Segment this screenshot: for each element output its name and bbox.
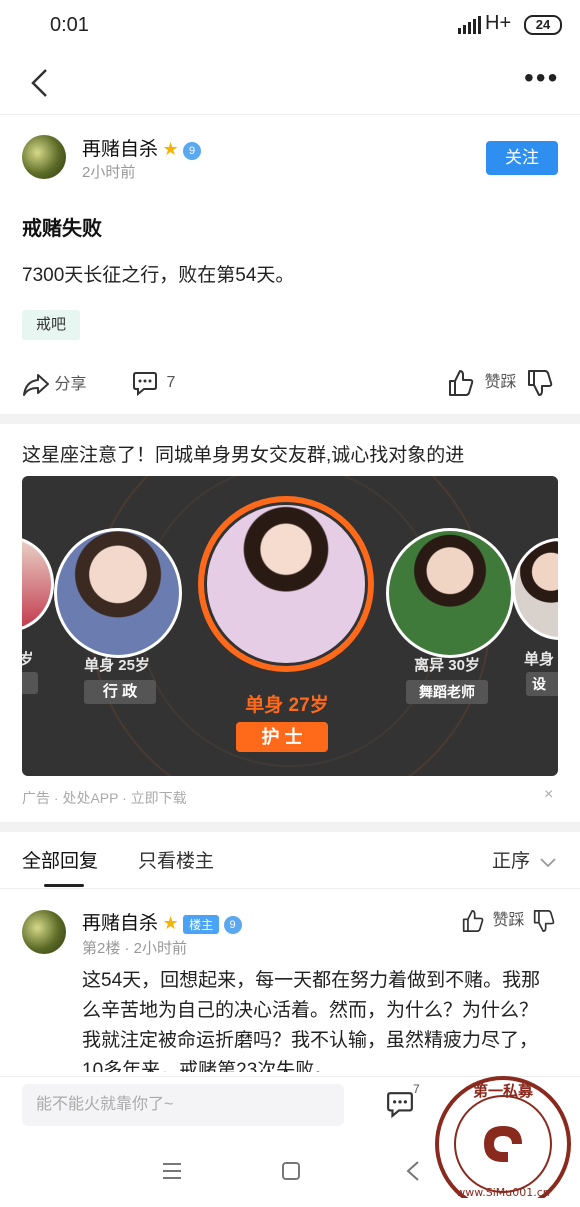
share-button[interactable]: 分享	[22, 370, 86, 398]
battery-icon: 24	[524, 15, 562, 35]
vip-level-icon: 9	[223, 915, 242, 934]
comment-count: 7	[166, 374, 176, 392]
comments-count: 7	[413, 1082, 420, 1096]
post-author-name[interactable]: 再赌自杀	[82, 139, 158, 160]
reply-text: 这54天，回想起来，每一天都在努力着做到不赌。我那么辛苦地为自己的决心活着。然而…	[82, 970, 541, 1072]
home-icon[interactable]	[282, 1162, 300, 1180]
svg-text:www.SiMu001.cn: www.SiMu001.cn	[456, 1186, 550, 1198]
active-tab-indicator	[44, 884, 84, 887]
ad-close-icon[interactable]: ×	[544, 786, 553, 804]
battery-level: 24	[535, 17, 551, 32]
thumbs-up-icon[interactable]	[462, 909, 484, 933]
status-time: 0:01	[50, 14, 89, 36]
tab-all-replies[interactable]: 全部回复	[22, 846, 98, 873]
comment-icon	[133, 372, 157, 397]
post-title: 戒赌失败	[22, 218, 102, 240]
forum-tag[interactable]: 戒吧	[22, 310, 80, 340]
sort-dropdown[interactable]: 正序	[492, 846, 557, 873]
ad-person-job: 护 士	[236, 722, 328, 752]
ad-person-job: 行 政	[84, 680, 156, 704]
comment-icon	[387, 1092, 413, 1119]
vote-label: 赞踩	[484, 374, 517, 391]
star-icon: ★	[162, 913, 179, 933]
ad-person-job: 设	[526, 672, 558, 696]
thumbs-up-icon[interactable]	[448, 369, 474, 397]
ad-person-status: 单身	[524, 651, 555, 668]
back-arrow-icon[interactable]	[28, 68, 52, 98]
avatar[interactable]	[22, 910, 66, 954]
status-bar: 0:01 H+ 24	[0, 0, 580, 52]
star-icon: ★	[162, 139, 179, 159]
section-divider	[0, 414, 580, 424]
reply-vote-group: 赞踩	[462, 906, 555, 933]
watermark-seal-graphic: 第一私募 www.SiMu001.cn	[435, 1076, 571, 1207]
chevron-down-icon	[540, 858, 557, 868]
ad-person-status: 单身 25岁	[84, 657, 150, 674]
vote-group: 赞踩	[448, 368, 553, 397]
follow-button[interactable]: 关注	[486, 141, 558, 175]
back-nav-icon[interactable]	[406, 1161, 420, 1181]
op-badge: 楼主	[183, 915, 220, 935]
vip-level-icon: 9	[183, 141, 202, 160]
svg-text:第一私募: 第一私募	[473, 1082, 534, 1100]
ad-person-job: 舞蹈老师	[406, 680, 488, 704]
nav-bar	[0, 52, 580, 115]
ad-person-job	[22, 672, 38, 694]
network-type: H+	[485, 12, 512, 34]
ad-person-status: 离异 30岁	[414, 657, 480, 674]
ad-person-status: 单身 27岁	[245, 695, 329, 716]
thumbs-down-icon[interactable]	[527, 369, 553, 397]
signal-icon	[458, 16, 481, 34]
avatar[interactable]	[22, 135, 66, 179]
section-divider	[0, 822, 580, 832]
sort-label: 正序	[492, 851, 531, 872]
comment-button[interactable]: 7	[132, 370, 176, 397]
reply-author-name[interactable]: 再赌自杀	[82, 913, 158, 934]
vote-label: 赞踩	[492, 912, 525, 929]
more-options-icon[interactable]: •••	[524, 64, 559, 92]
post-author-row: 再赌自杀 ★ 9	[82, 134, 202, 161]
watermark-seal: 第一私募 www.SiMu001.cn	[432, 1074, 574, 1207]
post-body: 7300天长征之行，败在第54天。	[22, 265, 295, 286]
post-time: 2小时前	[82, 164, 136, 181]
reply-floor-time: 第2楼 · 2小时前	[82, 940, 188, 957]
ad-image[interactable]: 岁 单身 25岁 行 政 单身 27岁 护 士 离异 30岁 舞蹈老师 单身 设	[22, 476, 558, 776]
ad-title[interactable]: 这星座注意了！同城单身男女交友群,诚心找对象的进	[22, 440, 464, 467]
ad-person-photo	[204, 502, 368, 666]
thumbs-down-icon[interactable]	[533, 909, 555, 933]
ad-footer[interactable]: 广告 · 处处APP · 立即下载	[22, 788, 187, 808]
share-icon	[23, 373, 49, 396]
tabs-divider	[0, 888, 580, 889]
ad-person-photo	[54, 528, 182, 658]
reply-author-row: 再赌自杀 ★ 楼主 9	[82, 908, 242, 935]
comments-button[interactable]	[386, 1090, 414, 1123]
ad-person-status: 岁	[22, 651, 34, 668]
ad-person-photo	[386, 528, 514, 658]
comment-input[interactable]: 能不能火就靠你了~	[22, 1084, 344, 1126]
share-label: 分享	[54, 376, 87, 393]
menu-icon[interactable]	[162, 1162, 182, 1180]
tab-op-only[interactable]: 只看楼主	[138, 846, 214, 873]
